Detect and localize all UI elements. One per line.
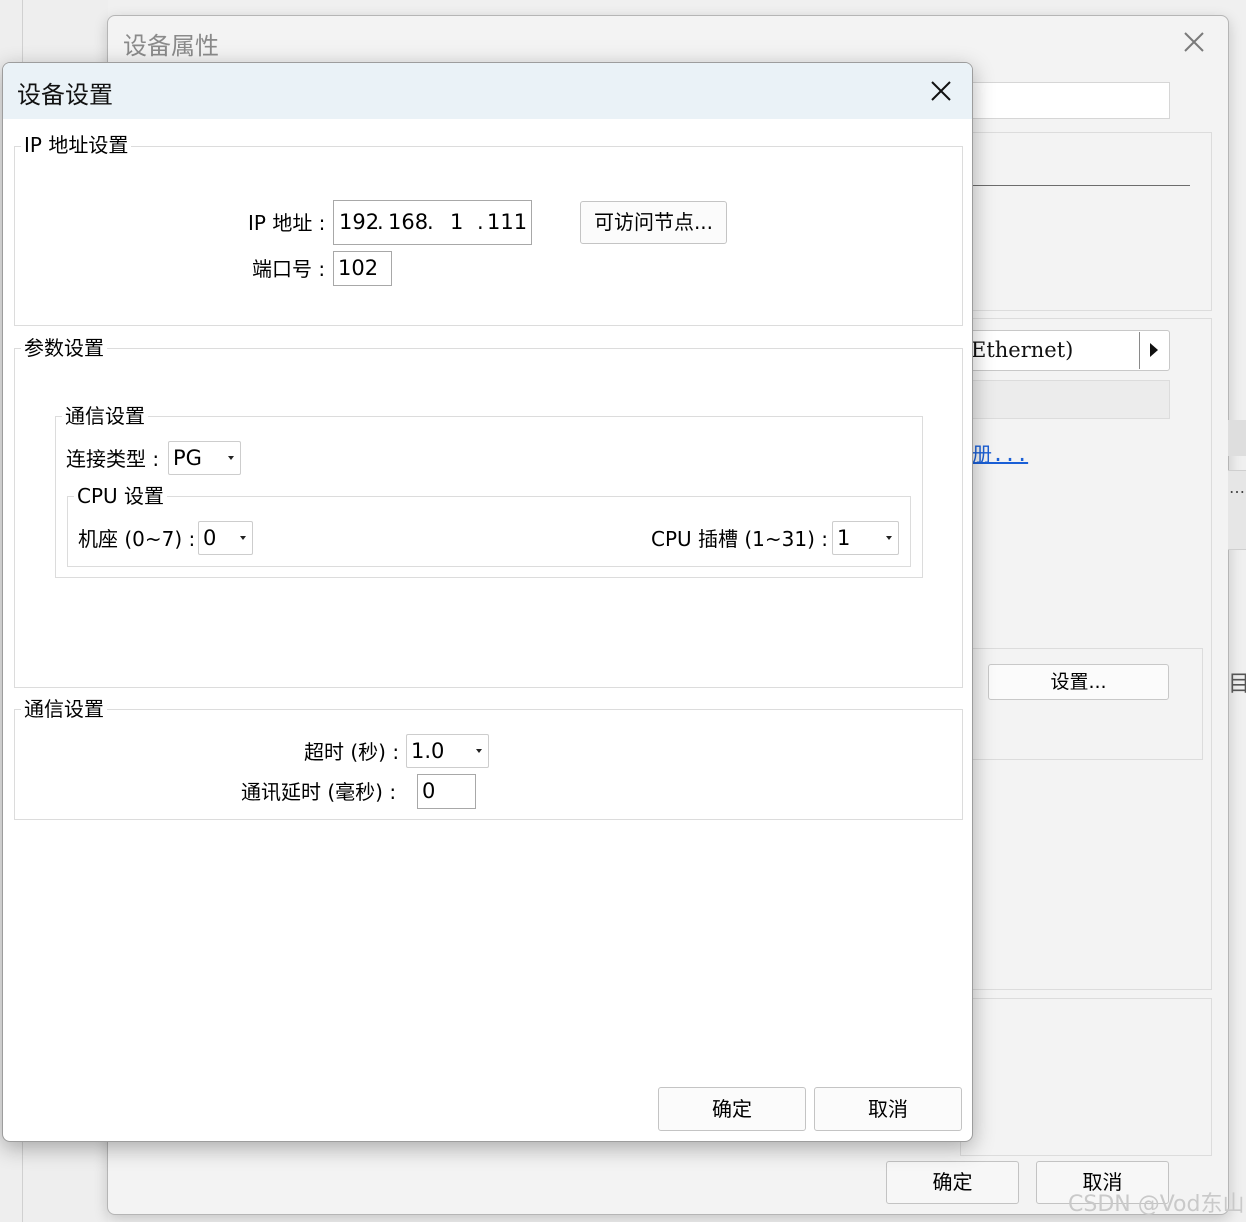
cpu-slot-select[interactable]: 1: [832, 521, 899, 555]
arrow-right-icon[interactable]: [1148, 341, 1160, 359]
connection-type-label: 连接类型 :: [66, 447, 160, 471]
chevron-down-icon: [476, 749, 482, 753]
background-link[interactable]: 册...: [972, 438, 1028, 467]
chevron-down-icon: [228, 456, 234, 460]
accessible-nodes-button[interactable]: 可访问节点...: [580, 201, 727, 244]
background-panel: [960, 132, 1212, 311]
dialog-titlebar: [3, 63, 972, 119]
timeout-label: 超时 (秒) :: [304, 740, 400, 764]
background-combo-separator: [1139, 332, 1140, 369]
port-field[interactable]: 102: [333, 251, 392, 286]
background-edge-strip: [1228, 420, 1246, 456]
cpu-slot-label: CPU 插槽 (1~31) :: [651, 527, 829, 551]
background-edge-glyph: 目: [1228, 672, 1246, 697]
ip-dot-separator: .: [377, 210, 384, 234]
ip-octet-3[interactable]: 1: [450, 210, 463, 234]
background-window-title: 设备属性: [123, 32, 219, 60]
communication-settings-legend: 通信设置: [21, 697, 107, 721]
background-disabled-field: [960, 380, 1170, 419]
background-settings-button[interactable]: 设置...: [988, 664, 1169, 700]
connection-type-value: PG: [173, 446, 202, 470]
background-ok-button[interactable]: 确定: [886, 1161, 1019, 1204]
close-icon[interactable]: [925, 75, 957, 107]
background-close-icon[interactable]: [1178, 26, 1210, 58]
ip-address-label: IP 地址 :: [248, 211, 326, 235]
watermark: CSDN @Vod东山: [1068, 1192, 1245, 1217]
rack-label: 机座 (0~7) :: [78, 527, 196, 551]
background-divider: [960, 185, 1190, 186]
timeout-value: 1.0: [411, 739, 445, 763]
ip-octet-2[interactable]: 168: [388, 210, 428, 234]
rack-value: 0: [203, 526, 217, 550]
cancel-button[interactable]: 取消: [814, 1087, 962, 1131]
comm-delay-field[interactable]: 0: [417, 774, 476, 809]
cpu-slot-value: 1: [837, 526, 851, 550]
more-icon[interactable]: …: [1229, 478, 1245, 497]
dialog-title: 设备设置: [17, 81, 113, 109]
background-panel: [960, 998, 1212, 1156]
parameter-settings-legend: 参数设置: [21, 336, 107, 360]
chevron-down-icon: [240, 536, 246, 540]
cpu-settings-legend: CPU 设置: [74, 484, 168, 508]
device-settings-dialog: 设备设置 IP 地址设置 IP 地址 : 192 . 168 . 1 . 111…: [2, 62, 973, 1142]
ip-octet-1[interactable]: 192: [339, 210, 379, 234]
ip-address-field[interactable]: 192 . 168 . 1 . 111: [333, 200, 532, 245]
ip-settings-legend: IP 地址设置: [21, 133, 132, 157]
connection-type-select[interactable]: PG: [168, 441, 241, 475]
port-label: 端口号 :: [252, 257, 326, 281]
comm-delay-label: 通讯延时 (毫秒) :: [241, 780, 397, 804]
background-name-field[interactable]: [960, 82, 1170, 119]
ip-dot-separator: .: [427, 210, 434, 234]
rack-select[interactable]: 0: [198, 521, 253, 555]
timeout-select[interactable]: 1.0: [406, 734, 489, 768]
comm-settings-subgroup-legend: 通信设置: [62, 404, 148, 428]
chevron-down-icon: [886, 536, 892, 540]
ok-button[interactable]: 确定: [658, 1087, 806, 1131]
ip-dot-separator: .: [477, 210, 484, 234]
ip-octet-4[interactable]: 111: [487, 210, 527, 234]
